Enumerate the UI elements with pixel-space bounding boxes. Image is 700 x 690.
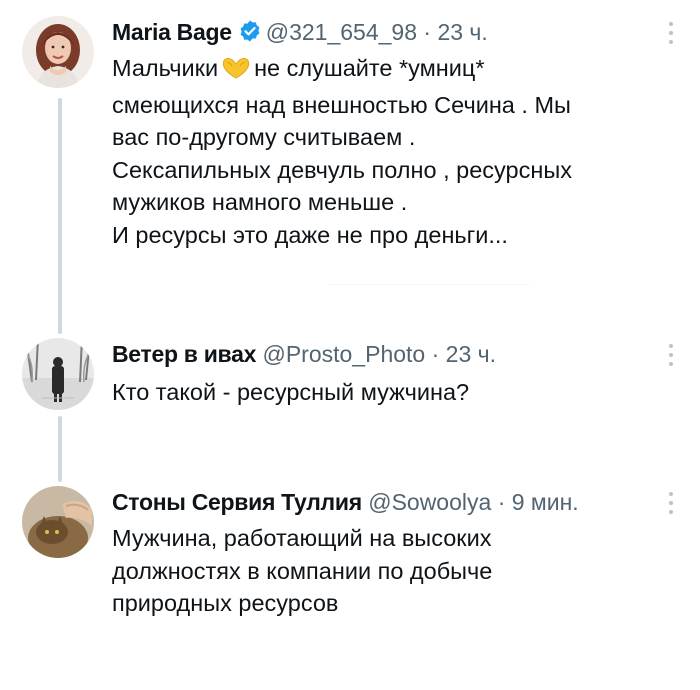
tweet-header: Стоны Сервия Туллия @Sowoolya · 9 мин. [112, 486, 579, 518]
avatar[interactable] [22, 16, 94, 88]
text-line: Сексапильных девчуль полно , ресурсных [112, 156, 572, 183]
timestamp[interactable]: 23 ч. [437, 19, 487, 45]
tweet-text: Кто такой - ресурсный мужчина? [112, 376, 469, 409]
verified-badge-icon [238, 19, 262, 51]
display-name[interactable]: Стоны Сервия Туллия [112, 489, 362, 515]
text-line: Кто такой - ресурсный мужчина? [112, 379, 470, 405]
thread-connector-line [58, 416, 62, 482]
text-line: природных ресурсов [112, 590, 339, 616]
more-options-icon[interactable] [668, 22, 674, 46]
tweet-text: Мальчики не слушайте *умниц* смеющихся на… [112, 52, 572, 251]
display-name[interactable]: Maria Bage [112, 19, 232, 45]
tweet-text: Мужчина, работающий на высоких должностя… [112, 522, 492, 620]
handle[interactable]: @Prosto_Photo [262, 341, 425, 367]
avatar[interactable] [22, 338, 94, 410]
text-line: Мальчики не слушайте *умниц* [112, 52, 572, 89]
display-name[interactable]: Ветер в ивах [112, 341, 256, 367]
text-line: мужиков намного меньше . [112, 189, 408, 215]
text-line: И ресурсы это даже не про деньги... [112, 221, 508, 248]
tweet-header: Ветер в ивах @Prosto_Photo · 23 ч. [112, 338, 496, 370]
text-line: должностях в компании по добыче [112, 557, 493, 584]
separator-dot: · [497, 489, 506, 515]
avatar[interactable] [22, 486, 94, 558]
divider [330, 284, 530, 285]
more-options-icon[interactable] [668, 492, 674, 516]
text-line: Мужчина, работающий на высоких [112, 525, 492, 551]
separator-dot: · [431, 341, 440, 367]
yellow-heart-hands-emoji-icon [221, 56, 251, 89]
more-options-icon[interactable] [668, 344, 674, 368]
separator-dot: · [423, 19, 432, 45]
timestamp[interactable]: 23 ч. [446, 341, 496, 367]
text-line: вас по-другому считываем . [112, 124, 416, 150]
text-line: смеющихся над внешностью Сечина . Мы [112, 91, 571, 118]
handle[interactable]: @321_654_98 [266, 19, 417, 45]
thread-connector-line [58, 98, 62, 334]
handle[interactable]: @Sowoolya [368, 489, 491, 515]
timestamp[interactable]: 9 мин. [512, 489, 579, 515]
tweet-header: Maria Bage @321_654_98 · 23 ч. [112, 16, 488, 48]
